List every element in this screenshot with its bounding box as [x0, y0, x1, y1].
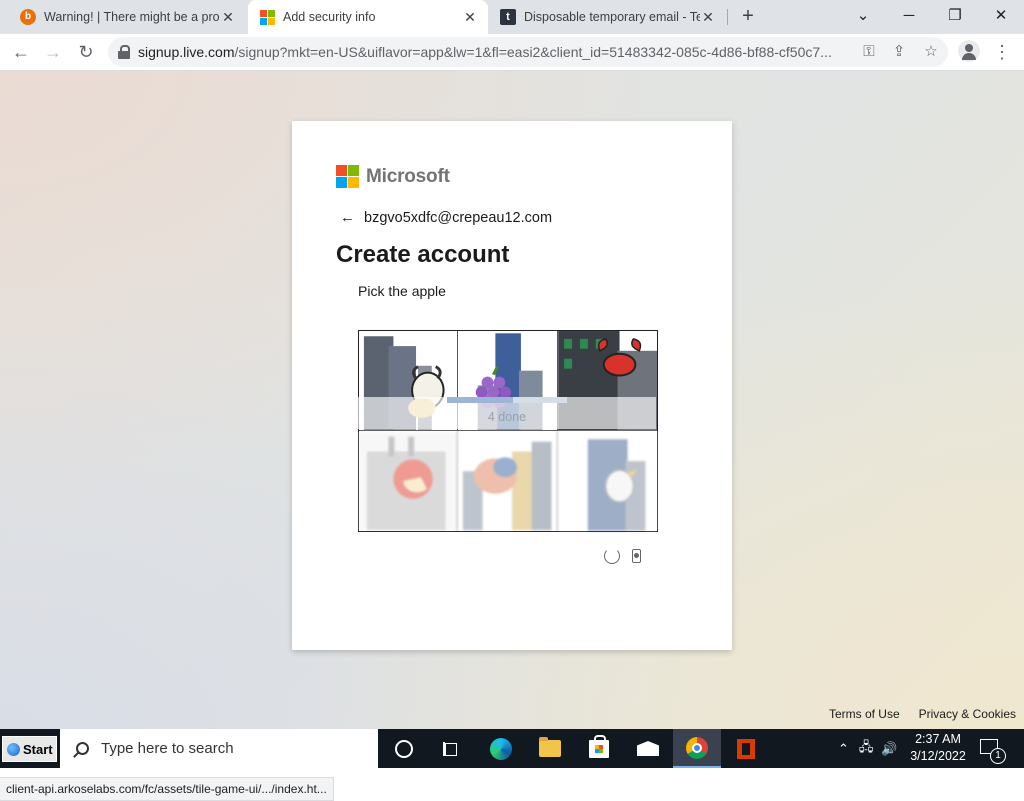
tab-temp-mail[interactable]: t Disposable temporary email - Temp ✕	[488, 0, 726, 34]
clock-date: 3/12/2022	[910, 749, 966, 763]
microsoft-logo-icon	[336, 165, 359, 188]
temp-mail-icon: t	[500, 9, 516, 25]
chrome-icon	[686, 736, 708, 759]
folder-icon	[539, 737, 561, 757]
system-clock[interactable]: 2:37 AM 3/12/2022	[907, 731, 969, 765]
progress-text: 4 done	[487, 410, 527, 424]
menu-icon[interactable]: ⋮	[992, 40, 1012, 64]
lock-icon[interactable]	[118, 45, 130, 59]
tab-title: Disposable temporary email - Temp	[524, 10, 700, 24]
tab-warning[interactable]: b Warning! | There might be a problem ✕	[8, 0, 246, 34]
progress-fill	[447, 397, 513, 403]
identity-banner[interactable]: ← bzgvo5xdfc@crepeau12.com	[340, 209, 552, 226]
url-path: /signup?mkt=en-US&uiflavor=app&lw=1&fl=e…	[234, 44, 832, 60]
captcha-tools	[604, 548, 641, 564]
edge-icon	[490, 737, 512, 760]
volume-icon[interactable]: 🔊	[881, 741, 897, 757]
mail-button[interactable]	[624, 729, 672, 768]
terms-link[interactable]: Terms of Use	[829, 707, 900, 721]
edge-button[interactable]	[477, 729, 525, 768]
file-explorer-button[interactable]	[526, 729, 574, 768]
minimize-button[interactable]: ─	[886, 0, 932, 34]
captcha-progress: 4 done	[358, 397, 656, 429]
star-icon[interactable]: ☆	[920, 41, 942, 63]
captcha-tile-apple[interactable]	[359, 431, 459, 531]
captcha-tile-bird[interactable]	[557, 431, 657, 531]
captcha-tile-elephant[interactable]	[458, 431, 558, 531]
page-title: Create account	[336, 241, 510, 268]
footer-links: Terms of Use Privacy & Cookies	[810, 707, 1016, 721]
restore-button[interactable]: ❐	[932, 0, 978, 34]
tab-strip: b Warning! | There might be a problem ✕ …	[0, 0, 1024, 34]
bird-icon	[557, 431, 657, 531]
office-icon	[737, 738, 755, 759]
search-icon	[76, 742, 89, 755]
cortana-button[interactable]	[380, 729, 428, 768]
taskbar: Start Type here to search ⌃ 🖧 🔊 2:37 AM …	[0, 729, 1024, 768]
browser-toolbar: ← → ↻ signup.live.com/signup?mkt=en-US&u…	[0, 34, 1024, 71]
brand-name: Microsoft	[366, 165, 450, 187]
task-view-icon	[443, 741, 461, 756]
warning-icon: b	[20, 9, 36, 25]
profile-icon[interactable]	[958, 40, 980, 62]
new-tab-button[interactable]: +	[738, 6, 758, 27]
store-icon	[589, 734, 609, 758]
search-placeholder: Type here to search	[101, 740, 234, 757]
tab-search-icon[interactable]: ⌄	[840, 0, 886, 34]
microsoft-icon	[260, 9, 275, 25]
network-icon[interactable]: 🖧	[859, 738, 874, 760]
close-icon[interactable]: ✕	[462, 9, 478, 26]
taskbar-search[interactable]: Type here to search	[60, 729, 378, 768]
progress-bar	[447, 397, 567, 403]
system-tray: ⌃ 🖧 🔊	[838, 729, 898, 768]
key-icon[interactable]: ⚿	[858, 41, 880, 63]
tab-add-security-info[interactable]: Add security info ✕	[248, 0, 488, 34]
reload-icon[interactable]	[604, 548, 620, 564]
mail-icon	[637, 741, 659, 756]
start-label: Start	[23, 741, 53, 757]
url-host: signup.live.com	[138, 44, 235, 60]
cortana-icon	[395, 739, 413, 758]
forward-button[interactable]: →	[40, 39, 66, 65]
tab-title: Add security info	[283, 10, 376, 24]
address-bar[interactable]: signup.live.com/signup?mkt=en-US&uiflavo…	[108, 37, 948, 67]
privacy-link[interactable]: Privacy & Cookies	[919, 707, 1016, 721]
page-background: Microsoft ← bzgvo5xdfc@crepeau12.com Cre…	[0, 71, 1024, 801]
task-view-button[interactable]	[428, 729, 476, 768]
tab-title: Warning! | There might be a problem	[44, 10, 220, 24]
microsoft-logo: Microsoft	[336, 165, 450, 188]
office-button[interactable]	[722, 729, 770, 768]
clock-time: 2:37 AM	[915, 732, 961, 746]
chrome-button[interactable]	[673, 729, 721, 768]
captcha-grid	[358, 330, 658, 532]
windows-orb-icon	[7, 742, 20, 756]
notification-badge: 1	[990, 748, 1006, 764]
captcha-prompt: Pick the apple	[358, 283, 446, 299]
elephant-icon	[458, 431, 557, 531]
close-window-button[interactable]: ✕	[978, 0, 1024, 34]
start-button[interactable]: Start	[2, 736, 57, 762]
close-icon[interactable]: ✕	[220, 9, 236, 26]
status-bar: client-api.arkoselabs.com/fc/assets/tile…	[0, 777, 334, 801]
back-button[interactable]: ←	[8, 39, 34, 65]
chevron-up-icon[interactable]: ⌃	[838, 741, 849, 757]
audio-icon[interactable]	[632, 549, 641, 563]
back-arrow-icon[interactable]: ←	[340, 209, 355, 226]
reload-button[interactable]: ↻	[73, 39, 99, 65]
signup-card: Microsoft ← bzgvo5xdfc@crepeau12.com Cre…	[292, 121, 732, 650]
store-button[interactable]	[575, 729, 623, 768]
url-text[interactable]: signup.live.com/signup?mkt=en-US&uiflavo…	[138, 44, 858, 60]
share-icon[interactable]: ⇪	[888, 41, 910, 63]
identity-email: bzgvo5xdfc@crepeau12.com	[364, 209, 553, 226]
tab-separator	[727, 9, 728, 25]
apple-icon	[359, 431, 458, 531]
close-icon[interactable]: ✕	[700, 9, 716, 26]
